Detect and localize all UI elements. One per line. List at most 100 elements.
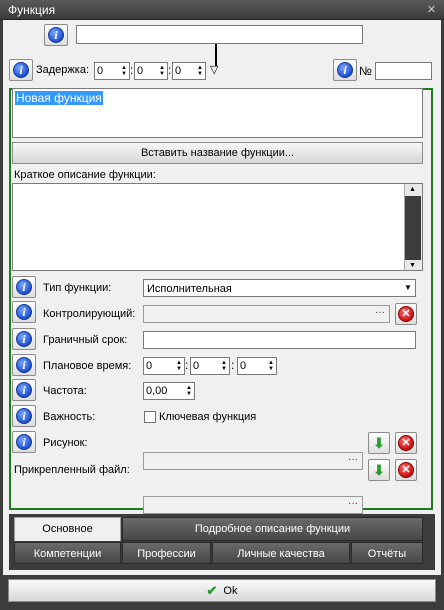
key-function-checkbox[interactable] — [144, 411, 156, 423]
checkmark-icon: ✔ — [206, 582, 218, 598]
ok-label: Ok — [223, 584, 238, 597]
info-icon: i — [16, 357, 32, 373]
scroll-up-icon[interactable]: ▲ — [409, 186, 416, 193]
planned-seconds-value: 0 — [240, 360, 247, 372]
planned-hours-value: 0 — [146, 360, 153, 372]
tab-detailed-description[interactable]: Подробное описание функции — [122, 517, 423, 541]
frequency-label: Частота: — [43, 385, 87, 397]
attached-file-picker[interactable]: ··· — [143, 496, 363, 514]
number-label: № — [359, 64, 372, 78]
info-icon: i — [337, 62, 353, 78]
spinner-arrows-icon[interactable]: ▲ ▼ — [119, 63, 129, 79]
number-info-button[interactable]: i — [333, 59, 357, 81]
frequency-value: 0,00 — [146, 385, 168, 397]
info-icon: i — [13, 62, 29, 78]
tab-personal-qualities[interactable]: Личные качества — [212, 542, 350, 564]
picture-picker[interactable]: ··· — [143, 452, 363, 470]
drop-marker-arrow-icon: ▽ — [210, 64, 219, 76]
title-bar — [0, 0, 444, 20]
chevron-down-icon: ▼ — [404, 283, 412, 292]
info-icon: i — [16, 279, 32, 295]
browse-icon[interactable]: ··· — [348, 498, 358, 509]
type-info-button[interactable]: i — [12, 276, 36, 298]
frequency-info-button[interactable]: i — [12, 379, 36, 401]
download-arrow-icon: ⬇ — [373, 435, 385, 451]
deadline-input[interactable] — [143, 331, 416, 349]
insert-name-button[interactable]: Вставить название функции... — [12, 142, 423, 164]
browse-icon[interactable]: ··· — [348, 454, 358, 465]
controller-clear-button[interactable]: ✕ — [395, 303, 417, 325]
tab-professions[interactable]: Профессии — [122, 542, 211, 564]
time-separator: : — [168, 63, 172, 77]
time-separator: : — [185, 358, 189, 372]
spinner-arrows-icon[interactable]: ▲ ▼ — [157, 63, 167, 79]
attached-file-label: Прикрепленный файл: — [14, 464, 130, 476]
short-description-label: Краткое описание функции: — [14, 169, 156, 181]
key-function-label: Ключевая функция — [159, 411, 257, 423]
delay-label: Задержка: — [36, 64, 90, 76]
delay-seconds-spinner[interactable]: 0 ▲ ▼ — [172, 62, 206, 80]
picture-clear-button[interactable]: ✕ — [395, 432, 417, 454]
controller-label: Контролирующий: — [43, 308, 136, 320]
attached-file-clear-button[interactable]: ✕ — [395, 459, 417, 481]
ok-button[interactable]: ✔ Ok — [8, 579, 436, 602]
delay-seconds-value: 0 — [175, 65, 182, 77]
planned-minutes-spinner[interactable]: 0 ▲ ▼ — [190, 357, 230, 375]
tab-competencies[interactable]: Компетенции — [14, 542, 121, 564]
download-arrow-icon: ⬇ — [373, 462, 385, 478]
number-input[interactable] — [375, 62, 432, 80]
deadline-label: Граничный срок: — [43, 334, 128, 346]
delete-icon: ✕ — [398, 435, 414, 451]
controller-picker[interactable]: ··· — [143, 305, 390, 323]
tab-main[interactable]: Основное — [14, 517, 121, 541]
delay-hours-spinner[interactable]: 0 ▲ ▼ — [94, 62, 130, 80]
function-name-area[interactable]: Новая функция — [12, 88, 423, 138]
tab-reports[interactable]: Отчёты — [351, 542, 423, 564]
delay-hours-value: 0 — [97, 65, 104, 77]
delay-minutes-value: 0 — [137, 65, 144, 77]
function-type-select[interactable]: Исполнительная ▼ — [143, 279, 416, 297]
controller-info-button[interactable]: i — [12, 301, 36, 323]
spinner-arrows-icon[interactable]: ▲ ▼ — [195, 63, 205, 79]
controller-value — [144, 305, 150, 321]
delay-info-button[interactable]: i — [9, 59, 33, 81]
drop-marker-line — [215, 44, 217, 66]
spinner-arrows-icon[interactable]: ▲ ▼ — [174, 358, 184, 374]
picture-info-button[interactable]: i — [12, 431, 36, 453]
importance-info-button[interactable]: i — [12, 405, 36, 427]
deadline-info-button[interactable]: i — [12, 328, 36, 350]
picture-label: Рисунок: — [43, 437, 88, 449]
frequency-spinner[interactable]: 0,00 ▲ ▼ — [143, 382, 195, 400]
importance-label: Важность: — [43, 411, 96, 423]
attached-file-load-button[interactable]: ⬇ — [368, 459, 390, 481]
scroll-down-icon[interactable]: ▼ — [409, 262, 416, 269]
function-name-text: Новая функция — [15, 91, 103, 105]
attached-file-value — [144, 496, 150, 512]
planned-time-label: Плановое время: — [43, 360, 132, 372]
info-icon: i — [16, 408, 32, 424]
picture-value — [144, 452, 150, 468]
info-icon: i — [16, 382, 32, 398]
planned-hours-spinner[interactable]: 0 ▲ ▼ — [143, 357, 185, 375]
name-info-button[interactable]: i — [44, 24, 68, 46]
info-icon: i — [16, 434, 32, 450]
delay-minutes-spinner[interactable]: 0 ▲ ▼ — [134, 62, 168, 80]
planned-minutes-value: 0 — [193, 360, 200, 372]
function-type-value: Исполнительная — [147, 283, 232, 295]
short-description-textarea[interactable] — [12, 183, 423, 271]
picture-load-button[interactable]: ⬇ — [368, 432, 390, 454]
spinner-arrows-icon[interactable]: ▲ ▼ — [184, 383, 194, 399]
scroll-thumb[interactable] — [405, 196, 421, 260]
function-name-input[interactable] — [76, 25, 363, 44]
info-icon: i — [48, 27, 64, 43]
time-separator: : — [130, 63, 134, 77]
spinner-arrows-icon[interactable]: ▲ ▼ — [219, 358, 229, 374]
planned-seconds-spinner[interactable]: 0 ▲ ▼ — [237, 357, 277, 375]
close-icon[interactable]: ✕ — [425, 4, 438, 17]
info-icon: i — [16, 331, 32, 347]
browse-icon[interactable]: ··· — [375, 307, 385, 318]
spinner-arrows-icon[interactable]: ▲ ▼ — [266, 358, 276, 374]
planned-time-info-button[interactable]: i — [12, 354, 36, 376]
time-separator: : — [231, 358, 235, 372]
window-title: Функция — [8, 3, 56, 17]
